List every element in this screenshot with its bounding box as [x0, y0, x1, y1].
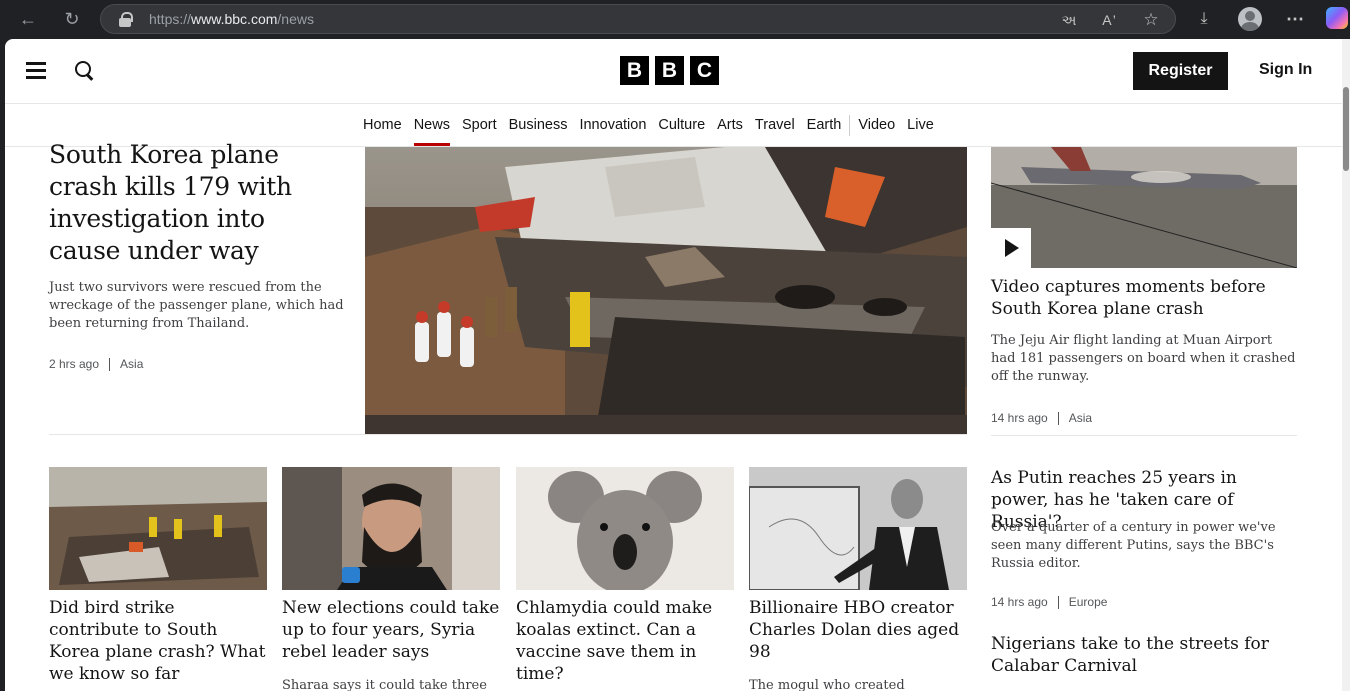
card-headline[interactable]: Billionaire HBO creator Charles Dolan di… [749, 597, 967, 663]
search-icon[interactable] [75, 61, 95, 81]
nav-item-home[interactable]: Home [357, 104, 408, 147]
nav-item-live[interactable]: Live [901, 104, 940, 147]
favorite-star-icon[interactable]: ☆ [1141, 10, 1161, 30]
logo-letter: B [620, 56, 649, 85]
region-tag[interactable]: Asia [1069, 411, 1092, 425]
region-tag[interactable]: Europe [1069, 595, 1108, 609]
logo-letter: C [690, 56, 719, 85]
lead-image-plane-wreckage[interactable] [365, 147, 967, 434]
play-icon[interactable] [991, 228, 1031, 268]
card-image-charles-dolan[interactable] [749, 467, 967, 590]
reload-icon[interactable]: ↻ [60, 8, 84, 30]
web-page: B B C Register Sign In Home News Sport B… [5, 39, 1342, 691]
browser-toolbar: ← ↻ https://www.bbc.com/news અ A ’ ☆ ⤓ ⋯ [0, 0, 1350, 39]
profile-avatar-icon[interactable] [1238, 7, 1262, 31]
download-icon[interactable]: ⤓ [1193, 8, 1215, 30]
card-headline[interactable]: Chlamydia could make koalas extinct. Can… [516, 597, 734, 685]
nav-divider [849, 115, 851, 136]
more-menu-icon[interactable]: ⋯ [1284, 8, 1306, 30]
card-image-crash-site[interactable] [49, 467, 267, 590]
right-story-headline[interactable]: Nigerians take to the streets for Calaba… [991, 633, 1297, 677]
lock-icon[interactable] [119, 12, 133, 27]
card-image-koala[interactable] [516, 467, 734, 590]
copilot-icon[interactable] [1326, 7, 1348, 29]
page-scrollbar[interactable] [1342, 39, 1350, 691]
lead-headline[interactable]: South Korea plane crash kills 179 with i… [49, 139, 339, 267]
nav-item-earth[interactable]: Earth [801, 104, 848, 147]
card-headline[interactable]: Did bird strike contribute to South Kore… [49, 597, 267, 685]
nav-item-travel[interactable]: Travel [749, 104, 801, 147]
lead-meta: 2 hrs ago Asia [49, 357, 143, 371]
url-text[interactable]: https://www.bbc.com/news [149, 11, 314, 27]
translate-icon[interactable]: અ [1059, 10, 1079, 30]
read-aloud-icon[interactable]: A ’ [1099, 10, 1119, 30]
hamburger-menu-icon[interactable] [26, 62, 46, 80]
nav-item-innovation[interactable]: Innovation [573, 104, 652, 147]
nav-item-video[interactable]: Video [852, 104, 901, 147]
nav-item-sport[interactable]: Sport [456, 104, 503, 147]
divider [991, 435, 1297, 436]
region-tag[interactable]: Asia [120, 357, 143, 371]
timestamp: 14 hrs ago [991, 411, 1048, 425]
card-summary: The mogul who created [749, 678, 905, 691]
lead-summary: Just two survivors were rescued from the… [49, 280, 344, 331]
address-bar[interactable]: https://www.bbc.com/news અ A ’ ☆ [100, 4, 1176, 34]
nav-item-business[interactable]: Business [503, 104, 574, 147]
register-button[interactable]: Register [1133, 52, 1228, 90]
side-story-headline[interactable]: Video captures moments before South Kore… [991, 276, 1297, 320]
logo-letter: B [655, 56, 684, 85]
timestamp: 14 hrs ago [991, 595, 1048, 609]
right-story-meta: 14 hrs ago Europe [991, 595, 1107, 609]
bbc-logo[interactable]: B B C [620, 56, 719, 85]
video-thumbnail-plane[interactable] [991, 147, 1297, 268]
side-story-summary: The Jeju Air flight landing at Muan Airp… [991, 333, 1296, 384]
card-image-syria-leader[interactable] [282, 467, 500, 590]
card-headline[interactable]: New elections could take up to four year… [282, 597, 500, 663]
nav-item-culture[interactable]: Culture [652, 104, 711, 147]
side-story-meta: 14 hrs ago Asia [991, 411, 1092, 425]
site-header: B B C Register Sign In [5, 39, 1342, 104]
nav-item-news[interactable]: News [408, 104, 456, 147]
divider [49, 434, 967, 435]
nav-item-arts[interactable]: Arts [711, 104, 749, 147]
timestamp: 2 hrs ago [49, 357, 100, 371]
card-summary: Sharaa says it could take three [282, 678, 487, 691]
sign-in-button[interactable]: Sign In [1259, 61, 1312, 79]
back-arrow-icon[interactable]: ← [16, 8, 40, 30]
scrollbar-thumb[interactable] [1343, 87, 1349, 171]
right-story-summary: Over a quarter of a century in power we'… [991, 520, 1276, 571]
